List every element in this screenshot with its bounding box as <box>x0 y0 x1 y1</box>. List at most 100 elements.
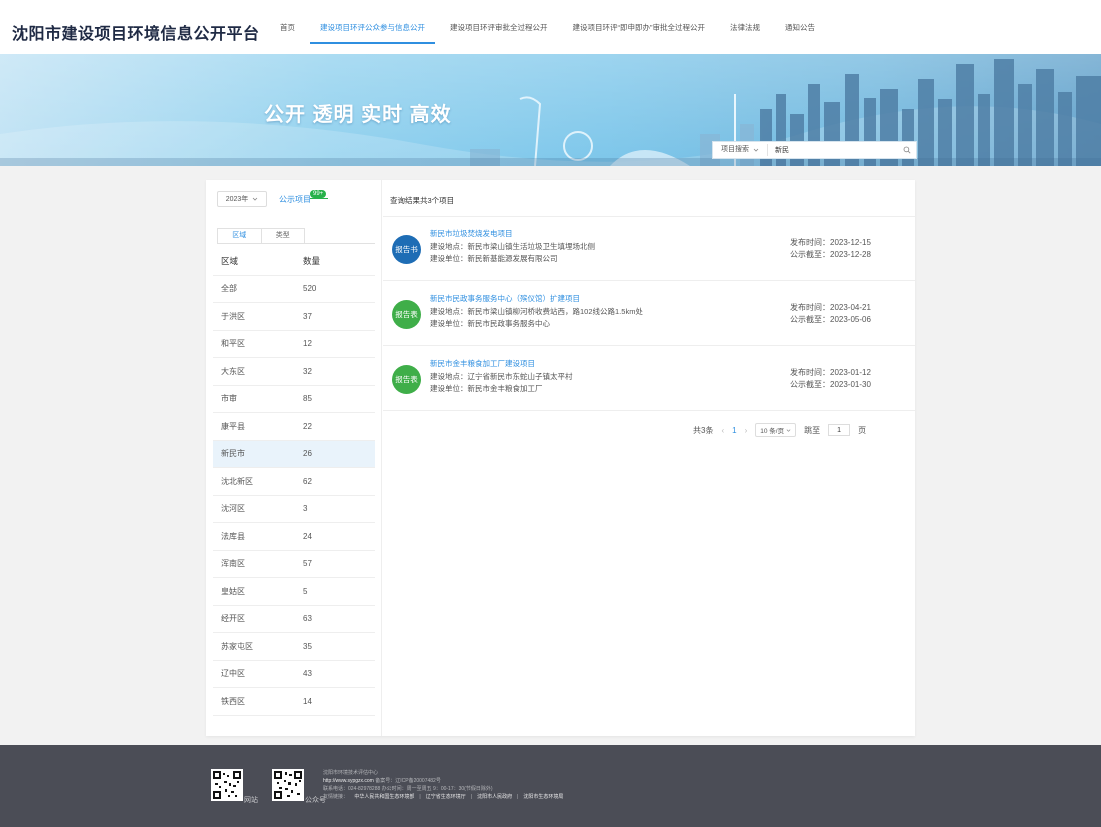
footer-link-separator: | <box>470 794 473 800</box>
nav-home[interactable]: 首页 <box>280 0 295 54</box>
region-count: 85 <box>303 394 312 404</box>
footer-site-link[interactable]: http://www.sypgzx.com <box>323 778 374 784</box>
page-size-value: 10 条/页 <box>760 428 785 435</box>
region-name: 市审 <box>221 394 237 404</box>
site-title[interactable]: 沈阳市建设项目环境信息公开平台 <box>12 20 260 44</box>
search-input[interactable] <box>768 143 898 157</box>
page-number-current[interactable]: 1 <box>732 426 736 435</box>
deadline-date: 公示截至：2023-05-06 <box>790 315 871 324</box>
pagination: 共3条 ‹ 1 › 10 条/页 跳至 页 <box>693 423 866 437</box>
project-title[interactable]: 新民市民政事务服务中心（殡仪馆）扩建项目 <box>430 293 580 304</box>
region-row[interactable]: 全部 520 <box>213 276 375 303</box>
region-count: 62 <box>303 476 312 486</box>
region-row[interactable]: 沈河区 3 <box>213 496 375 523</box>
site-footer: 网站 公众号 沈阳市环境技术评估中心 http://www.sypgzx.com… <box>0 745 1101 827</box>
region-name: 苏家屯区 <box>221 641 253 651</box>
website-qr-code <box>211 769 243 801</box>
page-size-select[interactable]: 10 条/页 <box>755 423 797 437</box>
website-qr-label: 网站 <box>244 797 258 804</box>
project-item[interactable]: 报告表 新民市民政事务服务中心（殡仪馆）扩建项目 建设地点：新民市梁山镇柳河桥收费站… <box>383 282 915 346</box>
region-table: 区域 数量 全部 520 于洪区 37 和平区 12 大东区 32 市审 85 康平县 22 新民市 26… <box>213 248 375 716</box>
tabs-divider <box>305 243 375 244</box>
region-count: 520 <box>303 284 317 294</box>
project-location: 建设地点：新民市梁山镇生活垃圾卫生填埋场北侧 <box>430 242 595 251</box>
report-type-badge: 报告表 <box>392 300 421 329</box>
footer-friend-link[interactable]: 沈阳市人民政府 <box>477 794 512 800</box>
region-name: 皇姑区 <box>221 586 245 596</box>
wechat-qr-code <box>272 769 304 801</box>
region-row[interactable]: 新民市 26 <box>213 440 375 468</box>
report-type-badge: 报告书 <box>392 235 421 264</box>
region-row[interactable]: 于洪区 37 <box>213 303 375 331</box>
result-summary: 查询结果共3个项目 <box>390 196 455 205</box>
jump-label: 跳至 <box>804 425 821 435</box>
region-row[interactable]: 和平区 12 <box>213 331 375 358</box>
year-select[interactable]: 2023年 <box>217 191 267 207</box>
tab-type[interactable]: 类型 <box>262 229 305 243</box>
region-count: 57 <box>303 559 312 569</box>
region-row[interactable]: 沈北新区 62 <box>213 468 375 496</box>
city-skyline-illustration <box>0 54 1101 166</box>
search-type-label: 项目搜索 <box>721 146 749 153</box>
region-row[interactable]: 市审 85 <box>213 386 375 413</box>
region-count: 43 <box>303 669 312 679</box>
region-row[interactable]: 康平县 22 <box>213 413 375 441</box>
search-button[interactable] <box>898 146 916 154</box>
prev-page-icon[interactable]: ‹ <box>721 426 724 435</box>
region-count: 3 <box>303 504 308 514</box>
region-name: 沈北新区 <box>221 476 253 486</box>
region-header-name: 区域 <box>221 256 239 267</box>
region-row[interactable]: 苏家屯区 35 <box>213 633 375 661</box>
region-count: 12 <box>303 339 312 349</box>
region-row[interactable]: 法库县 24 <box>213 523 375 551</box>
region-table-header: 区域 数量 <box>213 248 375 276</box>
region-name: 沈河区 <box>221 504 245 514</box>
footer-friend-link[interactable]: 辽宁省生态环境厅 <box>426 794 466 800</box>
project-title[interactable]: 新民市垃圾焚烧发电项目 <box>430 228 513 239</box>
region-row[interactable]: 浑南区 57 <box>213 551 375 578</box>
region-count: 14 <box>303 696 312 706</box>
publish-date: 发布时间：2023-12-15 <box>790 238 871 247</box>
tab-region[interactable]: 区域 <box>218 229 262 243</box>
results-panel: 查询结果共3个项目 报告书 新民市垃圾焚烧发电项目建设地点：新民市梁山镇生活垃圾卫… <box>383 180 915 736</box>
footer-friend-link[interactable]: 沈阳市生态环境局 <box>523 794 563 800</box>
region-row[interactable]: 铁西区 14 <box>213 688 375 716</box>
project-builder: 建设单位：新民市金丰粮食加工厂 <box>430 384 543 393</box>
nav-instant-approval[interactable]: 建设项目环评“即申即办”审批全过程公开 <box>573 0 706 54</box>
region-count: 63 <box>303 614 312 624</box>
jump-page-input[interactable] <box>828 424 851 436</box>
nav-approval-process[interactable]: 建设项目环评审批全过程公开 <box>450 0 548 54</box>
region-count: 35 <box>303 641 312 651</box>
search-type-select[interactable]: 项目搜索 <box>713 144 768 156</box>
region-count: 37 <box>303 311 312 321</box>
project-item[interactable]: 报告书 新民市垃圾焚烧发电项目 建设地点：新民市梁山镇生活垃圾卫生填埋场北侧 建设单位… <box>383 217 915 281</box>
region-name: 浑南区 <box>221 559 245 569</box>
nav-public-participation[interactable]: 建设项目环评公众参与信息公开 <box>310 0 435 54</box>
filter-sidebar: 2023年 公示项目 99+ 区域 类型 区域 数量 全部 520 于洪区 37 和平区… <box>206 180 382 736</box>
footer-friend-link[interactable]: 中华人民共和国生态环境部 <box>354 794 414 800</box>
nav-notices[interactable]: 通知公告 <box>785 0 815 54</box>
filter-tabs: 区域 类型 <box>217 228 305 244</box>
project-item[interactable]: 报告表 新民市金丰粮食加工厂建设项目 建设地点：辽宁省新民市东蛇山子镇太平村 建设单位… <box>383 347 915 411</box>
report-type-badge: 报告表 <box>392 365 421 394</box>
region-row[interactable]: 大东区 32 <box>213 358 375 386</box>
top-header: 沈阳市建设项目环境信息公开平台 首页 建设项目环评公众参与信息公开 建设项目环评审批… <box>0 0 1101 54</box>
region-row[interactable]: 辽中区 43 <box>213 661 375 688</box>
region-header-count: 数量 <box>303 256 321 267</box>
region-count: 22 <box>303 421 312 431</box>
next-page-icon[interactable]: › <box>745 426 748 435</box>
footer-links-label: 友情链接： <box>323 794 349 800</box>
footer-links: 友情链接： 中华人民共和国生态环境部 | 辽宁省生态环境厅 | 沈阳市人民政府 | 沈阳市生… <box>323 793 568 801</box>
region-name: 辽中区 <box>221 669 245 679</box>
region-count: 5 <box>303 586 308 596</box>
region-count: 32 <box>303 366 312 376</box>
chevron-down-icon <box>753 148 759 152</box>
nav-laws[interactable]: 法律法规 <box>730 0 760 54</box>
public-projects-link[interactable]: 公示项目 <box>279 194 311 205</box>
region-row[interactable]: 经开区 63 <box>213 606 375 633</box>
region-row[interactable]: 皇姑区 5 <box>213 578 375 606</box>
region-name: 新民市 <box>221 449 245 459</box>
project-title[interactable]: 新民市金丰粮食加工厂建设项目 <box>430 358 535 369</box>
region-name: 大东区 <box>221 366 245 376</box>
publish-date: 发布时间：2023-04-21 <box>790 303 871 312</box>
